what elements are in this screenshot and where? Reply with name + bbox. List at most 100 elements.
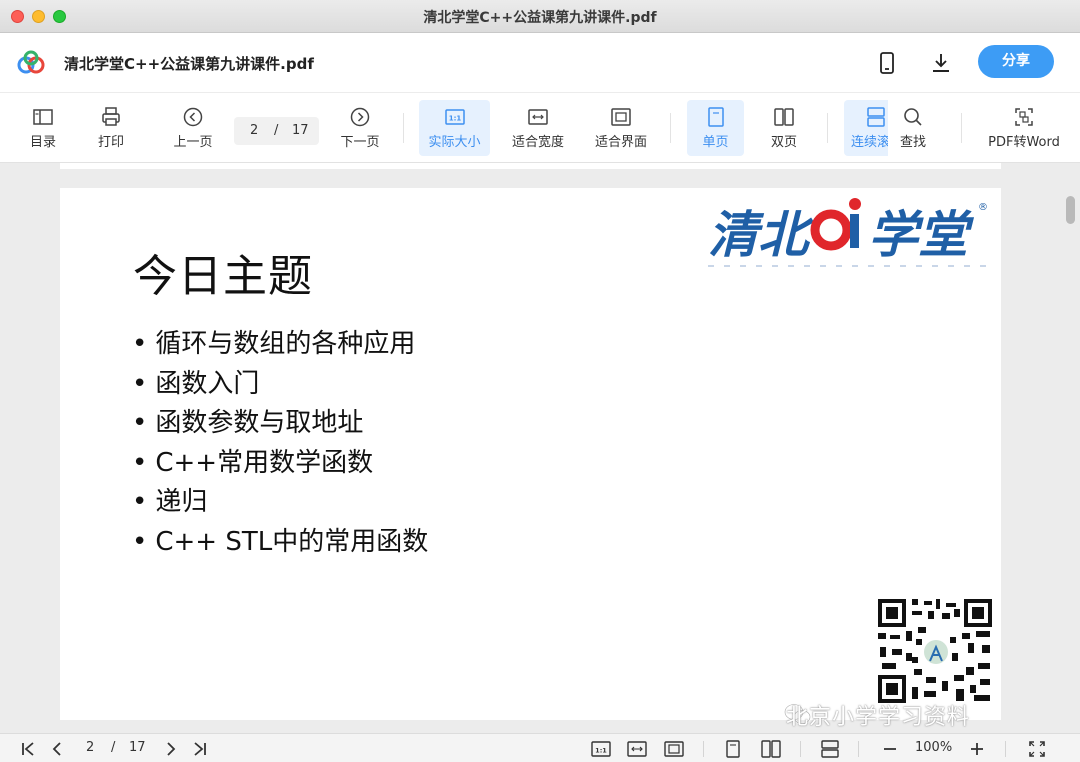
toolbar-divider: [670, 113, 671, 143]
total-pages-value: 17: [129, 740, 146, 755]
sidebar-icon: [33, 109, 53, 125]
first-page-icon: [22, 742, 34, 756]
current-page-value[interactable]: 2: [86, 740, 94, 755]
bottom-divider: [858, 741, 859, 757]
double-page-button[interactable]: 双页: [758, 100, 810, 156]
zoom-out-button[interactable]: [882, 740, 898, 758]
svg-text:清北: 清北: [708, 205, 814, 264]
single-page-small-button[interactable]: [724, 740, 742, 758]
fit-screen-icon: [664, 741, 684, 757]
window-title: 清北学堂C++公益课第九讲课件.pdf: [423, 10, 657, 26]
share-button[interactable]: 分享: [978, 45, 1054, 78]
app-header: 清北学堂C++公益课第九讲课件.pdf 分享: [0, 33, 1080, 93]
double-page-icon: [761, 740, 781, 758]
qr-code-image: [876, 597, 994, 705]
previous-page-button[interactable]: [48, 740, 66, 758]
list-item: 函数参数与取地址: [132, 404, 428, 444]
fullscreen-icon: [1029, 741, 1045, 757]
actual-size-button[interactable]: 1:1 实际大小: [419, 100, 490, 156]
total-pages-value: 17: [292, 123, 309, 138]
double-page-icon: [774, 108, 794, 126]
page-separator: /: [274, 123, 279, 138]
prev-page-label: 上一页: [173, 135, 213, 150]
continuous-scroll-button[interactable]: 连续滚: [844, 100, 888, 156]
document-viewer[interactable]: 今日主题 循环与数组的各种应用 函数入门 函数参数与取地址 C++常用数学函数 …: [0, 163, 1080, 733]
double-page-label: 双页: [770, 135, 797, 150]
continuous-scroll-icon: [867, 107, 885, 127]
toc-label: 目录: [29, 135, 56, 150]
fit-screen-icon: [611, 108, 631, 126]
actual-size-label: 实际大小: [428, 135, 481, 150]
next-page-label: 下一页: [340, 135, 380, 150]
convert-icon: [1015, 108, 1033, 126]
qingbei-logo: 清北 学堂 ®: [696, 190, 994, 268]
actual-size-icon: 1:1: [444, 109, 465, 125]
svg-text:1:1: 1:1: [448, 115, 461, 123]
pdf-to-word-button[interactable]: PDF转Word: [982, 100, 1066, 156]
next-page-button[interactable]: [162, 740, 180, 758]
list-item: 递归: [132, 483, 428, 523]
next-page-button[interactable]: 下一页: [333, 100, 387, 156]
svg-text:学堂: 学堂: [868, 205, 975, 264]
svg-text:1:1: 1:1: [595, 747, 607, 755]
last-page-icon: [194, 742, 206, 756]
fit-width-small-button[interactable]: [627, 740, 647, 758]
page-number-field[interactable]: 2 / 17: [234, 117, 319, 145]
download-icon[interactable]: [929, 51, 953, 75]
double-page-small-button[interactable]: [761, 740, 781, 758]
watermark-text: 北京小学学习资料: [786, 705, 971, 730]
pdf-page: 今日主题 循环与数组的各种应用 函数入门 函数参数与取地址 C++常用数学函数 …: [60, 188, 1001, 720]
continuous-scroll-icon: [821, 740, 839, 758]
single-page-label: 单页: [702, 135, 729, 150]
toolbar-divider: [403, 113, 404, 143]
current-page-value: 2: [250, 123, 259, 138]
actual-size-icon: 1:1: [591, 741, 611, 757]
list-item: 函数入门: [132, 365, 428, 405]
print-button[interactable]: 打印: [86, 100, 136, 156]
minus-icon: [884, 748, 896, 750]
first-page-button[interactable]: [20, 740, 38, 758]
chevron-right-circle-icon: [350, 107, 370, 127]
zoom-level[interactable]: 100%: [915, 740, 952, 755]
zoom-in-button[interactable]: [969, 740, 985, 758]
find-label: 查找: [899, 135, 926, 150]
vertical-scrollbar[interactable]: [1066, 196, 1075, 224]
fit-screen-small-button[interactable]: [664, 740, 684, 758]
single-page-icon: [707, 107, 724, 127]
toc-button[interactable]: 目录: [18, 100, 68, 156]
fit-width-button[interactable]: 适合宽度: [503, 100, 573, 156]
bottom-divider: [1005, 741, 1006, 757]
bottom-divider: [703, 741, 704, 757]
fit-width-icon: [528, 109, 548, 125]
bottom-divider: [800, 741, 801, 757]
fit-width-icon: [627, 741, 647, 757]
continuous-scroll-label: 连续滚: [851, 135, 888, 150]
print-label: 打印: [97, 135, 124, 150]
printer-icon: [102, 107, 120, 126]
find-button[interactable]: 查找: [889, 100, 937, 156]
svg-text:®: ®: [978, 202, 988, 213]
slide-title: 今日主题: [133, 251, 313, 302]
single-page-icon: [726, 740, 740, 758]
list-item: 循环与数组的各种应用: [132, 325, 428, 365]
document-title: 清北学堂C++公益课第九讲课件.pdf: [64, 55, 314, 73]
fit-screen-button[interactable]: 适合界面: [586, 100, 656, 156]
chevron-left-icon: [52, 742, 61, 756]
toolbar: 目录 打印 上一页 2 / 17 下一页 1:1 实际大小 适合宽度 适合界面 …: [0, 93, 1080, 163]
window-titlebar: 清北学堂C++公益课第九讲课件.pdf: [0, 0, 1080, 33]
mobile-phone-icon[interactable]: [875, 51, 899, 75]
list-item: C++常用数学函数: [132, 444, 428, 484]
actual-size-small-button[interactable]: 1:1: [591, 740, 611, 758]
prev-page-button[interactable]: 上一页: [166, 100, 220, 156]
plus-icon: [971, 743, 983, 755]
last-page-button[interactable]: [190, 740, 208, 758]
toolbar-divider: [827, 113, 828, 143]
continuous-scroll-small-button[interactable]: [820, 740, 840, 758]
chevron-right-icon: [167, 742, 176, 756]
slide-bullet-list: 循环与数组的各种应用 函数入门 函数参数与取地址 C++常用数学函数 递归 C+…: [132, 325, 428, 562]
chevron-left-circle-icon: [183, 107, 203, 127]
bottom-navigation-bar: 2 / 17 1:1 100%: [0, 733, 1080, 762]
fullscreen-button[interactable]: [1028, 740, 1046, 758]
single-page-button[interactable]: 单页: [687, 100, 744, 156]
previous-page-edge: [60, 163, 1001, 169]
